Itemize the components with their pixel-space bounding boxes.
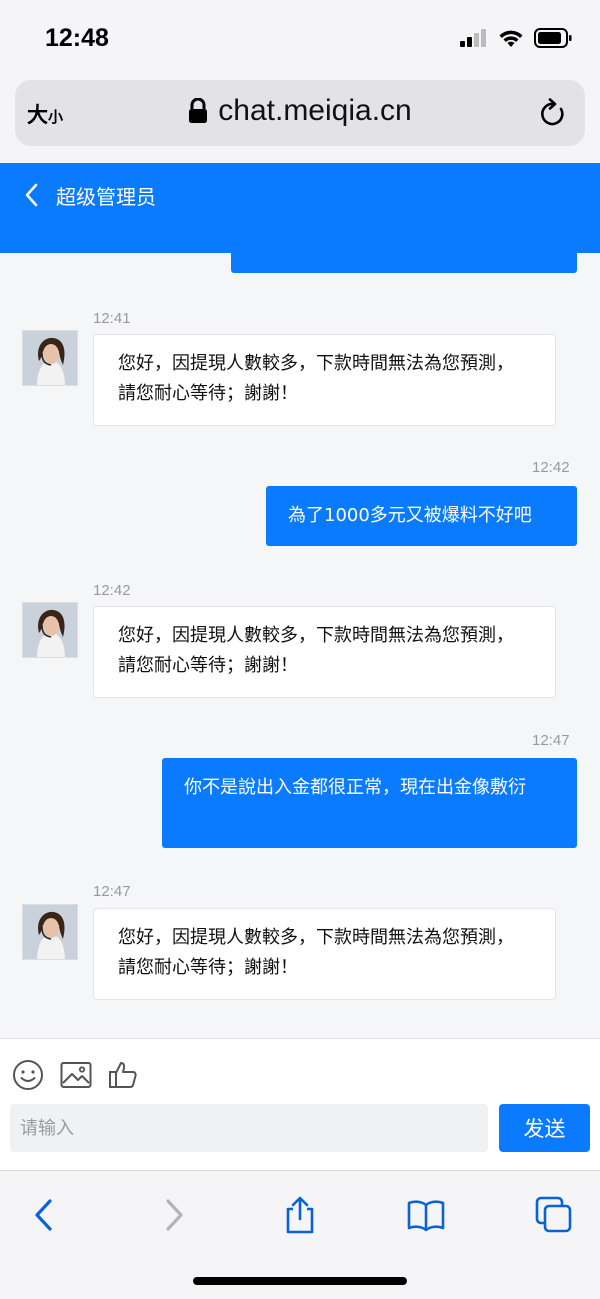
message-timestamp: 12:47 xyxy=(532,732,570,749)
message-text: 您好，因提現人數較多，下款時間無法為您預測，請您耐心等待；謝謝！ xyxy=(118,927,514,978)
incoming-message-bubble: 您好，因提現人數較多，下款時間無法為您預測，請您耐心等待；謝謝！ xyxy=(93,334,556,426)
incoming-message-bubble: 您好，因提現人數較多，下款時間無法為您預測，請您耐心等待；謝謝！ xyxy=(93,908,556,1000)
browser-back-button[interactable] xyxy=(22,1193,66,1237)
message-timestamp: 12:42 xyxy=(532,459,570,476)
agent-avatar xyxy=(22,904,78,960)
message-text: 您好，因提現人數較多，下款時間無法為您預測，請您耐心等待；謝謝！ xyxy=(118,353,514,404)
bookmarks-button[interactable] xyxy=(404,1193,448,1237)
outgoing-message-bubble: 你不是說出入金都很正常，現在出金像敷衍 xyxy=(162,758,577,848)
message-text: 為了1000多元又被爆料不好吧 xyxy=(288,505,532,526)
incoming-message-bubble: 您好，因提現人數較多，下款時間無法為您預測，請您耐心等待；謝謝！ xyxy=(93,606,556,698)
lock-icon xyxy=(189,98,208,123)
outgoing-message-bubble: 為了1000多元又被爆料不好吧 xyxy=(266,486,577,546)
home-indicator xyxy=(193,1277,407,1285)
reload-icon[interactable] xyxy=(539,98,567,128)
message-input[interactable] xyxy=(10,1104,488,1152)
browser-forward-button[interactable] xyxy=(152,1193,196,1237)
tabs-button[interactable] xyxy=(532,1193,576,1237)
message-timestamp: 12:42 xyxy=(93,582,131,599)
image-icon[interactable] xyxy=(60,1061,92,1089)
url-display[interactable]: chat.meiqia.cn xyxy=(15,94,585,128)
share-button[interactable] xyxy=(278,1193,322,1237)
url-text: chat.meiqia.cn xyxy=(218,94,412,127)
status-bar: 12:48 xyxy=(0,0,600,74)
chat-header: 超级管理员 xyxy=(0,163,600,253)
battery-icon xyxy=(534,28,572,48)
compose-tools xyxy=(12,1059,138,1091)
agent-avatar xyxy=(22,602,78,658)
cellular-signal-icon xyxy=(460,29,486,47)
message-timestamp: 12:41 xyxy=(93,310,131,327)
back-arrow-icon xyxy=(35,1199,52,1231)
status-time: 12:48 xyxy=(45,24,109,52)
compose-area: 发送 xyxy=(0,1038,600,1170)
agent-avatar-image xyxy=(23,331,77,385)
tabs-icon xyxy=(535,1196,572,1233)
agent-avatar-image xyxy=(23,603,77,657)
thumbs-up-icon[interactable] xyxy=(108,1060,138,1090)
message-text: 您好，因提現人數較多，下款時間無法為您預測，請您耐心等待；謝謝！ xyxy=(118,625,514,676)
forward-arrow-icon xyxy=(166,1199,183,1231)
address-bar[interactable]: 大小 chat.meiqia.cn xyxy=(15,80,585,146)
chat-title: 超级管理员 xyxy=(56,185,156,209)
send-button[interactable]: 发送 xyxy=(499,1104,590,1152)
message-timestamp: 12:47 xyxy=(93,883,131,900)
emoji-icon[interactable] xyxy=(12,1059,44,1091)
agent-avatar-image xyxy=(23,905,77,959)
partial-outgoing-bubble xyxy=(231,253,577,273)
book-icon xyxy=(407,1200,445,1232)
share-icon xyxy=(286,1196,314,1234)
back-chevron-icon[interactable] xyxy=(22,181,42,209)
message-list[interactable]: 12:41 您好，因提現人數較多，下款時間無法為您預測，請您耐心等待；謝謝！ 1… xyxy=(0,253,600,1038)
wifi-icon xyxy=(499,30,523,47)
agent-avatar xyxy=(22,330,78,386)
message-text: 你不是說出入金都很正常，現在出金像敷衍 xyxy=(184,777,526,798)
status-icons xyxy=(460,26,572,50)
